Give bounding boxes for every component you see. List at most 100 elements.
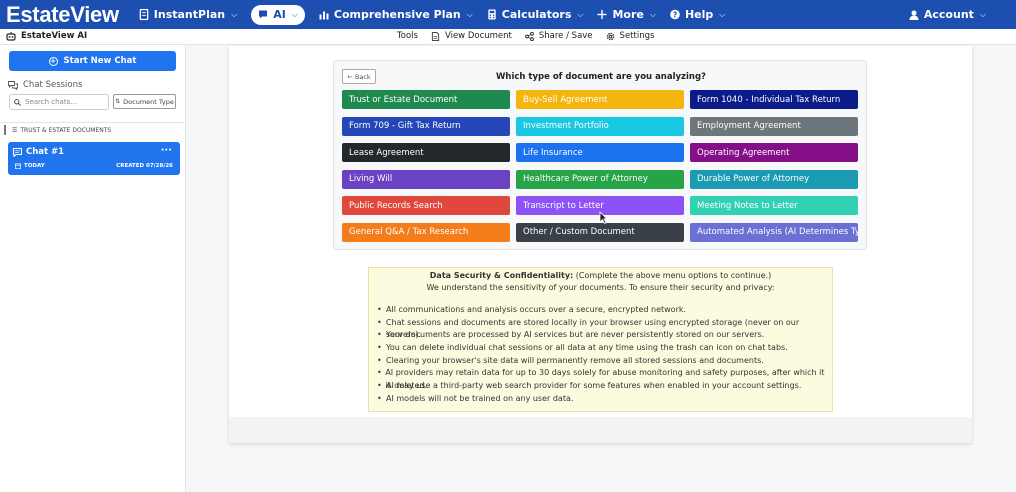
calculator-icon (488, 9, 496, 20)
document-type-button[interactable]: Trust or Estate Document (342, 90, 510, 109)
bullet-icon: • (377, 381, 382, 391)
security-list-item: • AI may use a third-party web search pro… (375, 380, 832, 393)
chevron-down-icon: ⌵ (649, 9, 656, 19)
start-new-chat-label: Start New Chat (63, 56, 137, 66)
robot-icon (6, 31, 16, 41)
bullet-icon: • (377, 368, 382, 378)
nav-help[interactable]: ? Help ⌵ (670, 5, 725, 25)
chat-title: Chat #1 (13, 147, 64, 157)
security-list-text: AI providers may retain data for up to 3… (385, 368, 825, 391)
security-list-text: AI models will not be trained on any use… (386, 393, 574, 403)
chevron-down-icon: ⌵ (719, 9, 726, 19)
document-type-button[interactable]: Healthcare Power of Attorney (516, 169, 684, 189)
security-list-item: • AI providers may retain data for up to … (375, 367, 832, 391)
group-heading[interactable]: ☰ TRUST & ESTATE DOCUMENTS (4, 125, 111, 135)
chat-title-label: Chat #1 (26, 147, 65, 157)
chevron-down-icon: ⌵ (466, 9, 473, 19)
document-type-button[interactable]: Employment Agreement (690, 116, 858, 136)
document-type-question: Which type of document are you analyzing… (496, 72, 706, 82)
chat-bubbles-icon (8, 80, 18, 90)
share-icon (524, 31, 534, 41)
more-options-icon[interactable]: ··· (161, 145, 172, 156)
document-type-button[interactable]: Public Records Search (342, 196, 510, 215)
view-document-button[interactable]: View Document (431, 31, 512, 41)
sub-toolbar: EstateView AI Tools View Document Share … (0, 29, 1016, 45)
svg-text:?: ? (673, 11, 677, 20)
document-type-button[interactable]: General Q&A / Tax Research (342, 222, 510, 242)
security-list-item: • AI models will not be trained on any us… (375, 393, 832, 406)
group-heading-label: TRUST & ESTATE DOCUMENTS (20, 126, 112, 134)
bullet-icon: • (377, 330, 382, 340)
nav-help-label: Help (684, 8, 714, 21)
help-icon: ? (670, 9, 680, 20)
chat-day-label: TODAY (24, 163, 45, 169)
bullet-icon: • (377, 355, 382, 365)
user-icon (909, 10, 919, 20)
file-icon (431, 31, 440, 41)
nav-ai-label: AI (273, 8, 286, 21)
account-menu[interactable]: Account ⌵ (909, 0, 986, 29)
chat-sessions-heading: Chat Sessions (8, 80, 82, 90)
security-subtitle: We understand the sensitivity of your do… (426, 283, 775, 292)
security-title: Data Security & Confidentiality: (Comple… (369, 271, 832, 280)
security-title-bold: Data Security & Confidentiality: (429, 271, 574, 280)
app-brand-label: EstateView AI (21, 31, 88, 41)
nav-comprehensive-plan[interactable]: Comprehensive Plan ⌵ (319, 5, 473, 25)
chat-sessions-label: Chat Sessions (23, 80, 83, 90)
nav-more[interactable]: More ⌵ (597, 5, 656, 25)
main-panel: ← Back Which type of document are you an… (229, 46, 972, 443)
tools-bar: Tools View Document Share / Save Setting… (397, 31, 667, 41)
top-nav: EstateView InstantPlan ⌵ AI ⌵ Comprehens… (0, 0, 1016, 29)
start-new-chat-button[interactable]: + Start New Chat (9, 51, 176, 71)
nav-comprehensive-plan-label: Comprehensive Plan (333, 8, 461, 21)
search-placeholder: Search chats... (25, 98, 77, 106)
document-type-button[interactable]: Meeting Notes to Letter (690, 196, 858, 215)
app-brand: EstateView AI (6, 31, 87, 41)
bar-chart-icon (319, 11, 329, 20)
security-list-item: • All communications and analysis occurs … (375, 304, 832, 317)
document-type-button[interactable]: Form 709 - Gift Tax Return (342, 116, 510, 136)
chat-session-card[interactable]: Chat #1 ··· TODAY CREATED 07/28/26 (8, 142, 180, 175)
document-type-filter-button[interactable]: ⇅ Document Type (113, 94, 176, 109)
account-label: Account (923, 8, 974, 21)
document-type-button[interactable]: Other / Custom Document (516, 222, 684, 242)
document-type-button[interactable]: Automated Analysis (AI Determines Type) (690, 222, 858, 242)
tools-label: Tools (397, 31, 418, 41)
security-list-text: Your documents are processed by AI servi… (386, 330, 765, 340)
settings-button[interactable]: Settings (606, 31, 655, 41)
list-icon: ☰ (12, 126, 18, 134)
document-type-button[interactable]: Living Will (342, 169, 510, 189)
nav-instantplan-label: InstantPlan (153, 8, 226, 21)
document-type-button[interactable]: Buy-Sell Agreement (516, 90, 684, 109)
document-type-button[interactable]: Operating Agreement (690, 143, 858, 162)
logo[interactable]: EstateView (6, 2, 119, 28)
bullet-icon: • (377, 317, 382, 327)
search-chats-input[interactable]: Search chats... (9, 94, 109, 110)
mouse-cursor-icon (599, 211, 608, 225)
security-list: • All communications and analysis occurs … (375, 304, 832, 406)
share-save-button[interactable]: Share / Save (524, 31, 593, 41)
panel-footer (229, 417, 972, 443)
tools-button[interactable]: Tools (397, 31, 418, 41)
chevron-down-icon: ⌵ (231, 9, 238, 19)
chevron-down-icon: ⌵ (979, 9, 986, 19)
nav-instantplan[interactable]: InstantPlan ⌵ (139, 5, 237, 25)
nav-calculators[interactable]: Calculators ⌵ (487, 5, 583, 25)
nav-calculators-label: Calculators (501, 8, 572, 21)
document-type-button[interactable]: Life Insurance (516, 143, 684, 162)
nav-ai[interactable]: AI ⌵ (251, 4, 305, 25)
bullet-icon: • (377, 343, 382, 353)
document-type-button[interactable]: Durable Power of Attorney (690, 169, 858, 189)
document-type-button[interactable]: Form 1040 - Individual Tax Return (690, 90, 858, 109)
security-list-text: All communications and analysis occurs o… (386, 305, 687, 314)
chat-icon (259, 10, 268, 19)
bullet-icon: • (377, 305, 382, 314)
security-list-item: • Clearing your browser's site data will … (375, 355, 832, 368)
document-type-button[interactable]: Lease Agreement (342, 143, 510, 162)
settings-label: Settings (619, 31, 655, 41)
security-list-text: You can delete individual chat sessions … (386, 343, 788, 353)
document-type-button[interactable]: Investment Portfolio (516, 116, 684, 136)
document-type-label: Document Type (123, 97, 174, 106)
plus-icon (597, 10, 607, 19)
calendar-icon (15, 163, 21, 169)
